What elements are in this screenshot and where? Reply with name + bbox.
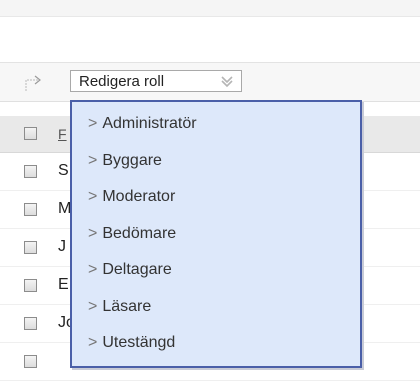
chevron-right-icon: >: [88, 261, 98, 278]
menu-item-label: Läsare: [102, 298, 152, 315]
row-name: E: [58, 276, 69, 293]
menu-item-excluded[interactable]: > Utestängd: [88, 334, 175, 352]
toolbar: Redigera roll: [0, 62, 420, 102]
chevron-right-icon: >: [88, 225, 98, 242]
row-name: S: [58, 162, 69, 179]
menu-item-label: Bedömare: [102, 225, 177, 242]
menu-item-label: Administratör: [102, 115, 197, 132]
menu-item-participant[interactable]: > Deltagare: [88, 261, 172, 279]
edit-role-dropdown[interactable]: Redigera roll: [70, 70, 242, 92]
chevron-right-icon: >: [88, 334, 98, 351]
row-checkbox[interactable]: [24, 241, 37, 254]
menu-item-label: Utestängd: [102, 334, 176, 351]
edit-role-label: Redigera roll: [79, 73, 165, 90]
menu-item-grader[interactable]: > Bedömare: [88, 225, 176, 243]
row-checkbox[interactable]: [24, 279, 37, 292]
row-checkbox[interactable]: [24, 203, 37, 216]
menu-item-moderator[interactable]: > Moderator: [88, 188, 175, 206]
menu-item-label: Moderator: [102, 188, 176, 205]
menu-item-builder[interactable]: > Byggare: [88, 152, 162, 170]
menu-item-label: Deltagare: [102, 261, 172, 278]
row-name: J: [58, 238, 66, 255]
chevron-right-icon: >: [88, 188, 98, 205]
column-header-name[interactable]: F: [58, 126, 67, 142]
chevron-right-icon: >: [88, 298, 98, 315]
select-all-checkbox[interactable]: [24, 127, 37, 140]
top-strip: [0, 0, 420, 17]
row-checkbox[interactable]: [24, 317, 37, 330]
chevron-right-icon: >: [88, 115, 98, 132]
move-arrow-icon[interactable]: [23, 71, 45, 93]
chevron-right-icon: >: [88, 152, 98, 169]
row-checkbox[interactable]: [24, 165, 37, 178]
row-checkbox[interactable]: [24, 355, 37, 368]
menu-item-administrator[interactable]: > Administratör: [88, 115, 197, 133]
role-dropdown-menu: > Administratör > Byggare > Moderator > Bedö…: [70, 100, 362, 368]
menu-item-reader[interactable]: > Läsare: [88, 298, 151, 316]
double-chevron-down-icon: [219, 73, 235, 89]
menu-item-label: Byggare: [102, 152, 162, 169]
